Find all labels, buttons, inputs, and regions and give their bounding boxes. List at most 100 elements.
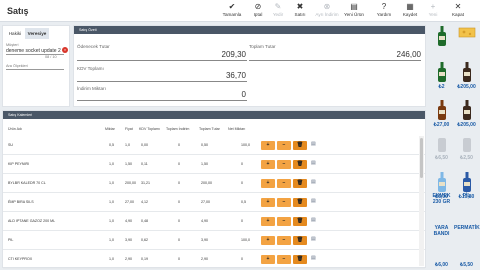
column-header-3: KDV Toplamı xyxy=(139,127,160,131)
tab-hakiki[interactable]: Hakiki xyxy=(5,28,25,39)
product-tile[interactable] xyxy=(454,26,479,40)
product-tile[interactable]: ₺205,00 xyxy=(454,62,479,90)
table-row[interactable]: SU 0,5 1,0 0,00 0 0,50 100,0 + − 🗑 ▤ xyxy=(3,136,425,155)
cell-qty: 0,5 xyxy=(109,143,114,147)
toolbar-button-9[interactable]: ✕ Kapat xyxy=(449,2,467,21)
increase-button[interactable]: + xyxy=(261,217,275,226)
payable-label: Ödenecek Tutar xyxy=(77,44,110,49)
table-row[interactable]: ÉMP BIRA SILS 1,0 27,00 4,12 0 27,00 0,5 + − 🗑 ▤ xyxy=(3,193,425,212)
product-tile[interactable]: ₺6,50 xyxy=(429,137,454,161)
toolbar-button-2[interactable]: ✎ Yedir xyxy=(269,2,287,21)
table-row[interactable]: KIP PEYNIRI 1,0 1,50 0,11 0 1,50 0 + − 🗑 ▤ xyxy=(3,155,425,174)
delete-icon[interactable]: 🗑 xyxy=(293,179,307,188)
cell-kdv: 4,12 xyxy=(141,200,148,204)
kdv-underline xyxy=(77,81,247,82)
toolbar-button-0[interactable]: ✔ Tamamla xyxy=(221,2,243,21)
decrease-button[interactable]: − xyxy=(277,217,291,226)
decrease-button[interactable]: − xyxy=(277,255,291,264)
comment-icon[interactable]: ▤ xyxy=(311,236,316,242)
table-row[interactable]: ALD IPTANE GAZOZ 200 ML 1,0 4,90 0,48 0 4,90 0… xyxy=(3,212,425,231)
toolbar-button-6[interactable]: ? Yardım xyxy=(374,2,394,21)
comment-icon[interactable]: ▤ xyxy=(311,217,316,223)
cell-net: 100,0 xyxy=(241,238,250,242)
increase-button[interactable]: + xyxy=(261,160,275,169)
column-header-1: Miktar xyxy=(105,127,115,131)
product-tile[interactable]: ₺2 xyxy=(429,62,454,90)
delete-icon[interactable]: 🗑 xyxy=(293,255,307,264)
delete-icon[interactable]: 🗑 xyxy=(293,160,307,169)
product-tile[interactable] xyxy=(429,26,454,48)
decrease-button[interactable]: − xyxy=(277,236,291,245)
product-label: ₺2,50 xyxy=(460,155,473,161)
cell-total: 27,00 xyxy=(201,200,210,204)
customer-field[interactable]: deneme socket update 2 xyxy=(6,48,64,55)
delete-icon[interactable]: 🗑 xyxy=(293,217,307,226)
product-label: ₺2 xyxy=(438,84,445,90)
grid-scrollbar[interactable] xyxy=(419,136,424,266)
product-tile[interactable]: PERMATİK xyxy=(454,225,480,231)
toolbar-button-5[interactable]: ▤ Yeni Ürün xyxy=(342,2,366,21)
toolbar-button-4[interactable]: ⊗ Ayrı İndirim xyxy=(314,2,340,21)
increase-button[interactable]: + xyxy=(261,236,275,245)
scrollbar-thumb[interactable] xyxy=(420,138,423,178)
sales-summary: Satış Özeti Ödenecek Tutar 209,30 Toplam… xyxy=(73,25,426,107)
increase-button[interactable]: + xyxy=(261,179,275,188)
product-icon xyxy=(454,137,479,155)
toolbar-label-1: Iptal xyxy=(253,12,263,17)
comment-icon[interactable]: ▤ xyxy=(311,141,316,147)
decrease-button[interactable]: − xyxy=(277,141,291,150)
product-tile[interactable]: ₺6,00 xyxy=(429,262,454,268)
toolbar-button-8[interactable]: + Yeni xyxy=(424,2,442,21)
comment-icon[interactable]: ▤ xyxy=(311,179,316,185)
cell-price: 3,90 xyxy=(125,238,132,242)
product-label: EKMEK 230 GR xyxy=(432,193,451,205)
clear-customer-icon[interactable]: × xyxy=(62,47,68,53)
delete-icon[interactable]: 🗑 xyxy=(293,236,307,245)
increase-button[interactable]: + xyxy=(261,198,275,207)
discount-underline xyxy=(77,100,247,101)
comment-icon[interactable]: ▤ xyxy=(311,160,316,166)
toolbar-button-1[interactable]: ⊘ Iptal xyxy=(249,2,267,21)
cell-name: CTI KEYPROX xyxy=(8,257,33,261)
product-tile[interactable]: ₺2,50 xyxy=(454,137,479,161)
toolbar-icon-8: + xyxy=(430,2,436,11)
decrease-button[interactable]: − xyxy=(277,160,291,169)
cell-disc: 0 xyxy=(178,219,180,223)
table-row[interactable]: CTI KEYPROX 1,0 2,90 0,19 0 2,90 0 + − 🗑 ▤ xyxy=(3,250,425,269)
increase-button[interactable]: + xyxy=(261,141,275,150)
table-row[interactable]: BYLBR KALEDR 70 CL 1,0 200,00 31,21 0 200,00 0… xyxy=(3,174,425,193)
column-header-4: Toplam İndirim xyxy=(166,127,190,131)
increase-button[interactable]: + xyxy=(261,255,275,264)
product-tile[interactable]: EKMEK 230 GR xyxy=(429,193,454,205)
toolbar-icon-6: ? xyxy=(381,2,387,11)
comment-icon[interactable]: ▤ xyxy=(311,255,316,261)
cell-qty: 1,0 xyxy=(109,238,114,242)
product-tile[interactable]: ₺27,00 xyxy=(429,100,454,128)
cell-kdv: 31,21 xyxy=(141,181,150,185)
delete-icon[interactable]: 🗑 xyxy=(293,141,307,150)
cell-name: BYLBR KALEDR 70 CL xyxy=(8,181,46,185)
product-tile[interactable]: ₺205,00 xyxy=(454,100,479,128)
cell-total: 1,50 xyxy=(201,162,208,166)
cell-net: 100,0 xyxy=(241,143,250,147)
delete-icon[interactable]: 🗑 xyxy=(293,198,307,207)
toolbar-button-7[interactable]: ▦ Kaydet xyxy=(400,2,420,21)
cell-disc: 0 xyxy=(178,181,180,185)
comment-icon[interactable]: ▤ xyxy=(311,198,316,204)
decrease-button[interactable]: − xyxy=(277,179,291,188)
search-scales-field[interactable]: Ara Ölçekleri xyxy=(6,64,64,70)
product-tile[interactable]: YARA BANDI xyxy=(429,225,454,237)
cell-price: 200,00 xyxy=(125,181,136,185)
product-icon xyxy=(429,62,454,84)
toolbar-button-3[interactable]: ✖ Satırı xyxy=(290,2,310,21)
product-tile[interactable]: ₺5,50 xyxy=(454,262,479,268)
kdv-label: KDV Toplamı xyxy=(77,66,104,71)
discount-value: 0 xyxy=(241,90,246,99)
tab-veresiye[interactable]: Veresiye xyxy=(25,28,49,39)
table-row[interactable]: PIL 1,0 3,90 0,62 0 3,90 100,0 + − 🗑 ▤ xyxy=(3,231,425,250)
discount-label: İndirim Miktarı xyxy=(77,86,106,91)
decrease-button[interactable]: − xyxy=(277,198,291,207)
cell-net: 0,5 xyxy=(241,200,246,204)
product-tile[interactable]: PİL xyxy=(454,193,479,199)
cell-disc: 0 xyxy=(178,200,180,204)
